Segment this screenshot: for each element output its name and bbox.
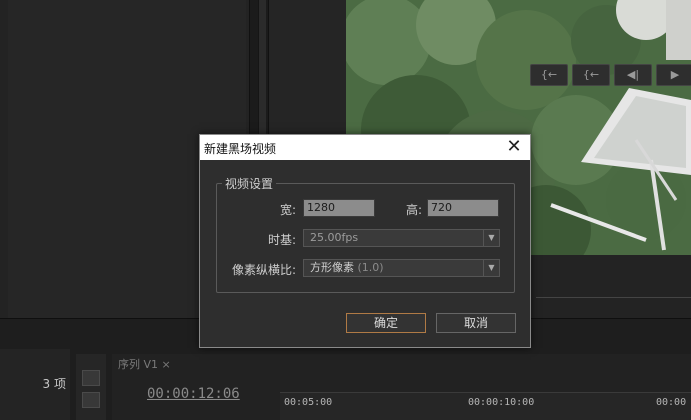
sequence-tab[interactable]: 序列 V1 × <box>118 356 171 372</box>
sequence-tab-label: 序列 V1 <box>118 358 159 371</box>
prev-edit-button[interactable]: {← <box>572 64 610 86</box>
ok-button[interactable]: 确定 <box>346 313 426 333</box>
pixel-aspect-select[interactable]: 方形像素 (1.0) ▼ <box>303 259 500 277</box>
height-label: 高: <box>405 203 422 217</box>
timeline-timecode[interactable]: 00:00:12:06 <box>147 386 240 402</box>
width-label: 宽: <box>279 203 296 217</box>
pixel-aspect-value: 方形像素 <box>310 261 354 274</box>
new-black-video-dialog: 新建黑场视频 ✕ 视频设置 宽: 1280 高: 720 时基: 25.00fp… <box>199 134 531 348</box>
ruler-label: 00:00:10:00 <box>468 397 535 408</box>
dialog-title: 新建黑场视频 <box>204 142 277 156</box>
cancel-button[interactable]: 取消 <box>436 313 516 333</box>
close-icon[interactable]: ✕ <box>504 137 524 157</box>
timebase-select[interactable]: 25.00fps ▼ <box>303 229 500 247</box>
height-input[interactable]: 720 <box>427 199 499 217</box>
ruler-label: 00:00 <box>656 397 687 408</box>
prev-frame-button[interactable]: ◀| <box>614 64 652 86</box>
chevron-down-icon: ▼ <box>483 230 499 246</box>
monitor-time-ruler[interactable] <box>536 297 691 303</box>
tools-panel <box>76 354 106 420</box>
video-settings-title: 视频设置 <box>222 175 277 192</box>
track-select-tool-button[interactable] <box>82 392 100 408</box>
pixel-aspect-ratio: (1.0) <box>357 261 384 274</box>
pixel-aspect-label: 像素纵横比: <box>231 263 296 277</box>
selection-tool-button[interactable] <box>82 370 100 386</box>
play-button[interactable]: ▶ <box>656 64 691 86</box>
timebase-label: 时基: <box>267 233 296 247</box>
timebase-value: 25.00fps <box>310 231 359 244</box>
sequence-tab-close-icon[interactable]: × <box>162 358 171 371</box>
dialog-titlebar[interactable]: 新建黑场视频 ✕ <box>200 135 530 160</box>
step-back-button[interactable]: {← <box>530 64 568 86</box>
chevron-down-icon: ▼ <box>483 260 499 276</box>
width-input[interactable]: 1280 <box>303 199 375 217</box>
ruler-label: 00:05:00 <box>284 397 333 408</box>
project-item-count: 3 项 <box>42 377 66 391</box>
